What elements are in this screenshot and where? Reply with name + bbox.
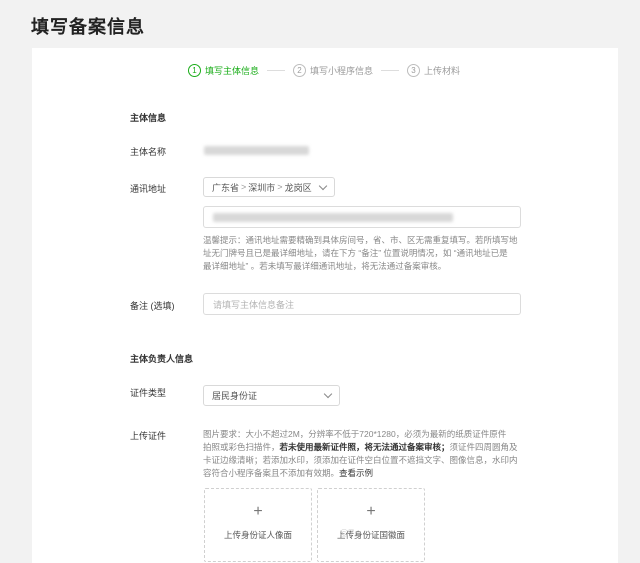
remark-input[interactable]: 请填写主体信息备注 (203, 293, 521, 315)
upload-id-back[interactable]: + 上传身份证国徽面 (317, 488, 425, 562)
step-3-label: 上传材料 (424, 66, 461, 76)
upload-hint-line-3: 卡证边缘清晰；若添加水印，须添加在证件空白位置不遮挡文字、图像信息，水印内 (203, 455, 518, 465)
region-select[interactable]: 广东省 > 深圳市 > 龙岗区 (203, 177, 335, 197)
upload-hint: 图片要求：大小不超过2M，分辨率不低于720*1280，必须为最新的纸质证件原件… (203, 428, 553, 480)
region-city: 深圳市 (248, 182, 276, 193)
chevron-down-icon (318, 181, 328, 191)
id-type-value: 居民身份证 (212, 391, 258, 401)
upload-hint-line-2a: 拍照或彩色扫描件， (203, 442, 280, 452)
upload-hint-line-4: 容符合小程序备案且不添加有效期。查看示例 (203, 467, 553, 480)
chevron-down-icon (323, 389, 333, 399)
address-value-redacted (213, 212, 453, 222)
region-district: 龙岗区 (284, 182, 312, 193)
step-1-number: 1 (188, 64, 201, 77)
address-hint-line-3: 最详细地址” 。若未填写最详细通讯地址，将无法通过备案审核。 (203, 261, 447, 271)
upload-hint-line-1: 图片要求：大小不超过2M，分辨率不低于720*1280，必须为最新的纸质证件原件 (203, 429, 507, 439)
upload-id-front-label: 上传身份证人像面 (223, 530, 292, 540)
step-3: 3 上传材料 (407, 64, 460, 77)
region-separator: > (241, 182, 247, 192)
step-divider (267, 70, 286, 71)
page-title: 填写备案信息 (31, 17, 145, 37)
step-2-label: 填写小程序信息 (310, 66, 374, 76)
step-3-number: 3 (407, 64, 421, 77)
address-input[interactable] (203, 206, 521, 228)
remark-label: 备注 (选填) (130, 301, 175, 311)
plus-icon: + (253, 503, 263, 520)
address-hint: 温馨提示：通讯地址需要精确到具体房间号，省、市、区无需重复填写。若所填写地 址无… (203, 234, 533, 273)
upload-id-front[interactable]: + 上传身份证人像面 (204, 488, 312, 562)
address-label: 通讯地址 (130, 184, 167, 194)
address-hint-line-2: 址无门牌号且已是最详细地址，请在下方 “备注” 位置说明情况，如 “通讯地址已是 (203, 248, 508, 258)
region-separator: > (277, 182, 283, 192)
address-hint-line-1: 温馨提示：通讯地址需要精确到具体房间号，省、市、区无需重复填写。若所填写地 (203, 235, 518, 245)
step-2-number: 2 (293, 64, 307, 77)
subject-name-value-redacted (204, 146, 309, 155)
step-divider (381, 70, 400, 71)
step-indicator: 1 填写主体信息 2 填写小程序信息 3 上传材料 (188, 64, 460, 77)
step-2: 2 填写小程序信息 (293, 64, 373, 77)
view-example-link[interactable]: 查看示例 (339, 468, 373, 478)
form-card: 1 填写主体信息 2 填写小程序信息 3 上传材料 主体信息 主体名称 通讯地址… (32, 48, 618, 563)
remark-placeholder: 请填写主体信息备注 (213, 299, 295, 310)
subject-name-label: 主体名称 (130, 147, 167, 157)
upload-id-back-label: 上传身份证国徽面 (336, 530, 405, 540)
step-1: 1 填写主体信息 (188, 64, 259, 77)
id-type-select[interactable]: 居民身份证 (203, 385, 340, 406)
upload-hint-line-2b: 若未使用最新证件照，将无法通过备案审核； (279, 442, 450, 452)
upload-hint-line-4a: 容符合小程序备案且不添加有效期。 (203, 468, 340, 478)
region-province: 广东省 (212, 182, 240, 193)
person-section-title: 主体负责人信息 (130, 354, 194, 364)
step-1-label: 填写主体信息 (205, 66, 260, 76)
upload-id-label: 上传证件 (130, 431, 167, 441)
upload-hint-line-2: 拍照或彩色扫描件，若未使用最新证件照，将无法通过备案审核；须证件四周圆角及 (203, 441, 553, 454)
subject-section-title: 主体信息 (130, 113, 167, 123)
plus-icon: + (366, 503, 376, 520)
watermark: ©7 (340, 528, 355, 540)
upload-hint-line-2c: 须证件四周圆角及 (449, 442, 518, 452)
id-type-label: 证件类型 (130, 388, 167, 398)
